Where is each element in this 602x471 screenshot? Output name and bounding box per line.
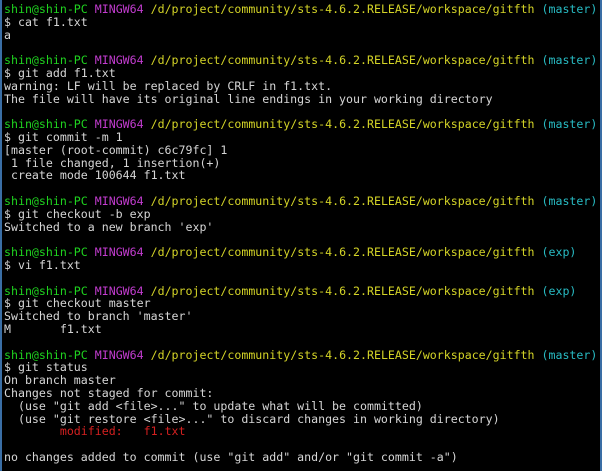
output-line: (use "git add <file>..." to update what … <box>4 398 423 413</box>
prompt-branch: (exp) <box>541 245 577 260</box>
prompt-system: MINGW64 <box>94 245 144 260</box>
prompt-system: MINGW64 <box>94 193 144 208</box>
prompt-line: shin@shin-PC MINGW64 /d/project/communit… <box>4 195 602 208</box>
prompt-branch: (master) <box>541 53 598 68</box>
terminal-window[interactable]: shin@shin-PC MINGW64 /d/project/communit… <box>0 0 602 471</box>
prompt-path: /d/project/community/sts-4.6.2.RELEASE/w… <box>150 347 535 362</box>
output-line: Switched to a new branch 'exp' <box>4 219 214 234</box>
prompt-path: /d/project/community/sts-4.6.2.RELEASE/w… <box>150 2 535 16</box>
prompt-system: MINGW64 <box>94 2 144 16</box>
prompt-line: shin@shin-PC MINGW64 /d/project/communit… <box>4 347 602 362</box>
prompt-path: /d/project/community/sts-4.6.2.RELEASE/w… <box>150 283 535 298</box>
output-line: [master (root-commit) c6c79fc] 1 <box>4 142 228 157</box>
output-line: no changes added to commit (use "git add… <box>4 449 458 464</box>
command-line: $ vi f1.txt <box>4 257 81 272</box>
modified-file: f1.txt <box>143 424 186 439</box>
output-line: Changes not staged for commit: <box>4 385 214 400</box>
prompt-system: MINGW64 <box>94 347 144 362</box>
command-line: $ git add f1.txt <box>4 65 116 80</box>
output-line: create mode 100644 f1.txt <box>4 168 186 183</box>
modified-file-line: modified: f1.txt <box>4 425 602 438</box>
output-line: Switched to branch 'master' <box>4 309 193 324</box>
command-line: $ cat f1.txt <box>4 14 88 29</box>
prompt-branch: (master) <box>541 117 598 132</box>
modified-label: modified: <box>59 424 123 439</box>
modified-indent <box>4 424 60 438</box>
prompt-path: /d/project/community/sts-4.6.2.RELEASE/w… <box>150 53 535 68</box>
window-left-border <box>0 0 2 471</box>
prompt-path: /d/project/community/sts-4.6.2.RELEASE/w… <box>150 117 535 132</box>
output-line: On branch master <box>4 373 116 388</box>
output-line: warning: LF will be replaced by CRLF in … <box>4 78 333 93</box>
output-line: a <box>4 27 11 42</box>
prompt-branch: (exp) <box>541 283 577 298</box>
output-line: M f1.txt <box>4 321 102 336</box>
prompt-path: /d/project/community/sts-4.6.2.RELEASE/w… <box>150 193 535 208</box>
prompt-user: shin@shin-PC <box>4 193 88 208</box>
prompt-line: shin@shin-PC MINGW64 /d/project/communit… <box>4 246 602 259</box>
command-line: $ git commit -m 1 <box>4 129 123 144</box>
prompt-branch: (master) <box>541 193 598 208</box>
prompt-user: shin@shin-PC <box>4 2 88 16</box>
prompt-branch: (master) <box>541 2 598 16</box>
prompt-branch: (master) <box>541 347 598 362</box>
command-line: $ git checkout -b exp <box>4 206 151 221</box>
output-line: The file will have its original line end… <box>4 91 493 106</box>
prompt-line: shin@shin-PC MINGW64 /d/project/communit… <box>4 3 602 16</box>
prompt-path: /d/project/community/sts-4.6.2.RELEASE/w… <box>150 245 535 260</box>
